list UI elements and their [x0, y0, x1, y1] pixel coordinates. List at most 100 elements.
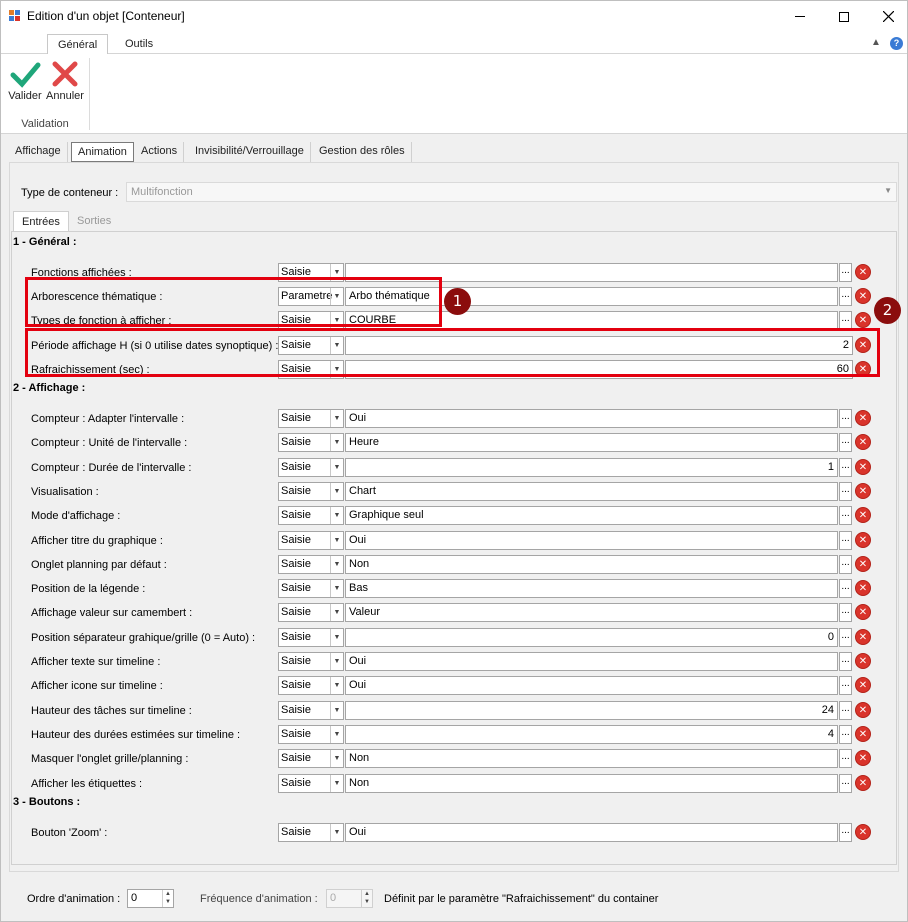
row-value-input[interactable]: Oui: [345, 823, 838, 842]
row-value-input[interactable]: Non: [345, 774, 838, 793]
row-value-input[interactable]: Arbo thématique: [345, 287, 838, 306]
chevron-down-icon[interactable]: ▼: [330, 750, 343, 767]
chevron-down-icon[interactable]: ▼: [330, 726, 343, 743]
delete-icon[interactable]: ✕: [855, 604, 871, 620]
browse-button[interactable]: ...: [839, 287, 852, 306]
row-value-input[interactable]: Oui: [345, 676, 838, 695]
chevron-down-icon[interactable]: ▼: [330, 677, 343, 694]
browse-button[interactable]: ...: [839, 433, 852, 452]
row-mode-select[interactable]: Saisie ▼: [278, 409, 344, 428]
browse-button[interactable]: ...: [839, 263, 852, 282]
tab-roles[interactable]: Gestion des rôles: [313, 142, 412, 162]
chevron-down-icon[interactable]: ▼: [330, 288, 343, 305]
delete-icon[interactable]: ✕: [855, 507, 871, 523]
ribbon-collapse-icon[interactable]: ▲: [871, 37, 881, 48]
browse-button[interactable]: ...: [839, 458, 852, 477]
delete-icon[interactable]: ✕: [855, 677, 871, 693]
browse-button[interactable]: ...: [839, 774, 852, 793]
row-mode-select[interactable]: Saisie ▼: [278, 336, 344, 355]
delete-icon[interactable]: ✕: [855, 556, 871, 572]
row-mode-select[interactable]: Saisie ▼: [278, 579, 344, 598]
delete-icon[interactable]: ✕: [855, 459, 871, 475]
chevron-down-icon[interactable]: ▼: [330, 580, 343, 597]
browse-button[interactable]: ...: [839, 749, 852, 768]
row-value-input[interactable]: Valeur: [345, 603, 838, 622]
tab-inputs[interactable]: Entrées: [13, 211, 69, 231]
tab-outputs[interactable]: Sorties: [69, 211, 119, 231]
row-mode-select[interactable]: Saisie ▼: [278, 701, 344, 720]
row-value-input[interactable]: Bas: [345, 579, 838, 598]
browse-button[interactable]: ...: [839, 823, 852, 842]
row-mode-select[interactable]: Saisie ▼: [278, 506, 344, 525]
row-mode-select[interactable]: Saisie ▼: [278, 603, 344, 622]
delete-icon[interactable]: ✕: [855, 288, 871, 304]
row-value-input[interactable]: Oui: [345, 652, 838, 671]
row-mode-select[interactable]: Saisie ▼: [278, 774, 344, 793]
delete-icon[interactable]: ✕: [855, 483, 871, 499]
delete-icon[interactable]: ✕: [855, 824, 871, 840]
row-value-input[interactable]: 1: [345, 458, 838, 477]
chevron-down-icon[interactable]: ▼: [330, 702, 343, 719]
row-value-input[interactable]: 4: [345, 725, 838, 744]
delete-icon[interactable]: ✕: [855, 580, 871, 596]
animation-order-spinner[interactable]: 0 ▲ ▼: [127, 889, 174, 908]
browse-button[interactable]: ...: [839, 628, 852, 647]
row-mode-select[interactable]: Parametre ▼: [278, 287, 344, 306]
row-value-input[interactable]: 2: [345, 336, 853, 355]
tab-actions[interactable]: Actions: [135, 142, 185, 162]
delete-icon[interactable]: ✕: [855, 726, 871, 742]
maximize-button[interactable]: [821, 1, 867, 32]
row-mode-select[interactable]: Saisie ▼: [278, 360, 344, 379]
chevron-down-icon[interactable]: ▼: [330, 532, 343, 549]
row-value-input[interactable]: Oui: [345, 409, 838, 428]
delete-icon[interactable]: ✕: [855, 361, 871, 377]
row-mode-select[interactable]: Saisie ▼: [278, 482, 344, 501]
row-value-input[interactable]: Non: [345, 555, 838, 574]
chevron-down-icon[interactable]: ▼: [330, 264, 343, 281]
row-value-input[interactable]: 0: [345, 628, 838, 647]
chevron-down-icon[interactable]: ▼: [330, 604, 343, 621]
chevron-down-icon[interactable]: ▼: [330, 629, 343, 646]
chevron-down-icon[interactable]: ▼: [330, 434, 343, 451]
browse-button[interactable]: ...: [839, 482, 852, 501]
chevron-down-icon[interactable]: ▼: [330, 312, 343, 329]
row-mode-select[interactable]: Saisie ▼: [278, 823, 344, 842]
tab-affichage[interactable]: Affichage: [9, 142, 68, 162]
row-mode-select[interactable]: Saisie ▼: [278, 263, 344, 282]
row-mode-select[interactable]: Saisie ▼: [278, 676, 344, 695]
row-mode-select[interactable]: Saisie ▼: [278, 749, 344, 768]
chevron-down-icon[interactable]: ▼: [330, 653, 343, 670]
chevron-down-icon[interactable]: ▼: [330, 556, 343, 573]
row-mode-select[interactable]: Saisie ▼: [278, 555, 344, 574]
ribbon-tab-tools[interactable]: Outils: [115, 34, 163, 55]
row-mode-select[interactable]: Saisie ▼: [278, 458, 344, 477]
spinner-arrows-icon[interactable]: ▲ ▼: [162, 890, 173, 907]
chevron-down-icon[interactable]: ▼: [330, 337, 343, 354]
delete-icon[interactable]: ✕: [855, 337, 871, 353]
row-value-input[interactable]: Graphique seul: [345, 506, 838, 525]
row-value-input[interactable]: COURBE: [345, 311, 838, 330]
chevron-down-icon[interactable]: ▼: [330, 361, 343, 378]
row-value-input[interactable]: Non: [345, 749, 838, 768]
row-value-input[interactable]: Oui: [345, 531, 838, 550]
delete-icon[interactable]: ✕: [855, 653, 871, 669]
row-mode-select[interactable]: Saisie ▼: [278, 433, 344, 452]
delete-icon[interactable]: ✕: [855, 410, 871, 426]
browse-button[interactable]: ...: [839, 676, 852, 695]
chevron-down-icon[interactable]: ▼: [330, 775, 343, 792]
row-mode-select[interactable]: Saisie ▼: [278, 531, 344, 550]
chevron-down-icon[interactable]: ▼: [330, 483, 343, 500]
minimize-button[interactable]: [777, 1, 823, 32]
delete-icon[interactable]: ✕: [855, 750, 871, 766]
delete-icon[interactable]: ✕: [855, 629, 871, 645]
row-value-input[interactable]: Heure: [345, 433, 838, 452]
delete-icon[interactable]: ✕: [855, 775, 871, 791]
browse-button[interactable]: ...: [839, 531, 852, 550]
close-button[interactable]: [865, 1, 908, 32]
delete-icon[interactable]: ✕: [855, 312, 871, 328]
row-value-input[interactable]: [345, 263, 838, 282]
row-value-input[interactable]: 60: [345, 360, 853, 379]
help-icon[interactable]: ?: [890, 37, 903, 50]
tab-invisibility-lock[interactable]: Invisibilité/Verrouillage: [189, 142, 311, 162]
chevron-down-icon[interactable]: ▼: [330, 410, 343, 427]
